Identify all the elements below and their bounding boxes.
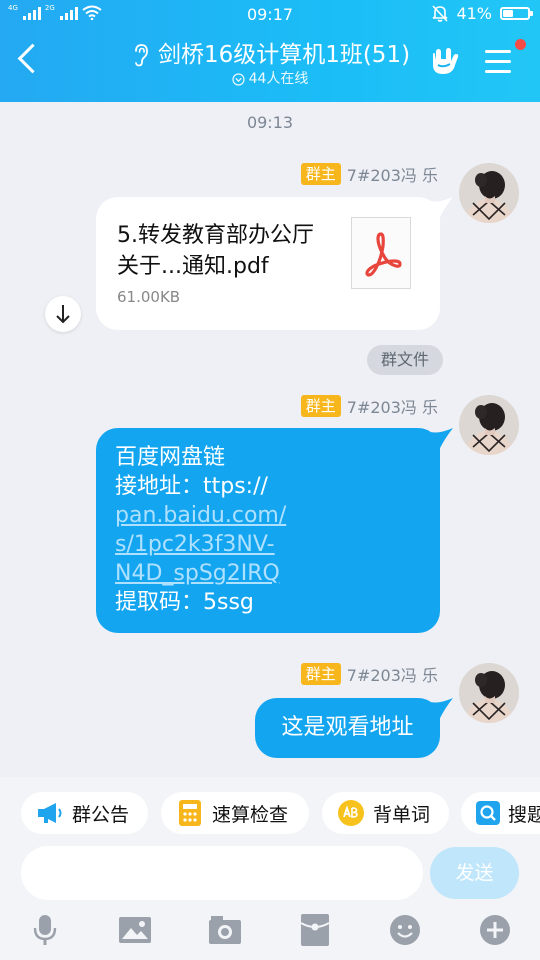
file-size: 61.00KB	[117, 288, 181, 306]
text-message[interactable]: 这是观看地址	[255, 698, 440, 758]
quick-action-search[interactable]: 搜题	[461, 792, 540, 834]
emoji-button[interactable]	[387, 912, 423, 948]
battery-percent: 41%	[456, 4, 492, 23]
image-icon	[119, 917, 151, 943]
owner-badge: 群主	[300, 663, 341, 685]
message-text: 这是观看地址	[281, 715, 414, 740]
download-button[interactable]	[45, 296, 81, 332]
file-name: 5.转发教育部办公厅关于...通知.pdf	[117, 223, 314, 279]
calculator-icon	[175, 798, 205, 828]
sender-name[interactable]: 7#203冯 乐	[347, 162, 438, 186]
group-file-tag[interactable]: 群文件	[367, 345, 443, 375]
status-bar: 4G 2G 09:17 41%	[0, 0, 540, 28]
quick-action-label: 速算检查	[212, 803, 289, 826]
sender-row: 群主 7#203冯 乐	[300, 662, 438, 686]
time-separator: 09:13	[246, 113, 294, 132]
owner-badge: 群主	[300, 395, 341, 417]
avatar[interactable]	[459, 395, 519, 455]
emoji-icon	[390, 915, 420, 945]
text-message[interactable]: 百度网盘链 接地址：ttps:// pan.baidu.com/ s/1pc2k…	[96, 428, 440, 633]
message-input[interactable]	[21, 846, 423, 900]
message-link[interactable]: N4D_spSg2IRQ	[115, 559, 286, 588]
sender-name[interactable]: 7#203冯 乐	[347, 394, 438, 418]
quick-action-announcement[interactable]: 群公告	[21, 792, 148, 834]
message-text: 接地址：ttps://	[115, 474, 268, 499]
title-bar: 4G 2G 09:17 41% 剑桥16级计算机1班(51) 44人在线	[0, 0, 540, 102]
more-button[interactable]	[477, 912, 513, 948]
abc-icon	[336, 798, 366, 828]
send-button[interactable]: 发送	[430, 847, 519, 899]
image-button[interactable]	[117, 912, 153, 948]
menu-button[interactable]	[485, 50, 511, 80]
search-icon	[475, 798, 501, 828]
owner-badge: 群主	[300, 163, 341, 185]
file-message[interactable]: 5.转发教育部办公厅关于...通知.pdf 61.00KB	[96, 197, 440, 330]
avatar[interactable]	[459, 663, 519, 723]
group-title: 剑桥16级计算机1班(51)	[157, 42, 411, 68]
ear-icon[interactable]	[130, 42, 150, 68]
red-packet-button[interactable]	[297, 912, 333, 948]
input-panel: 群公告 速算检查 背单词 搜题 发送	[0, 777, 540, 960]
back-button[interactable]	[17, 43, 48, 74]
sender-name[interactable]: 7#203冯 乐	[347, 662, 438, 686]
online-count: 44人在线	[248, 71, 309, 87]
arrow-down-icon	[56, 305, 70, 324]
avatar[interactable]	[459, 163, 519, 223]
red-packet-icon	[300, 914, 330, 946]
message-text: 百度网盘链	[115, 445, 226, 470]
pdf-icon	[351, 217, 411, 289]
quick-action-label: 背单词	[373, 803, 431, 826]
battery-icon	[500, 7, 533, 20]
megaphone-icon	[35, 798, 65, 828]
message-link[interactable]: pan.baidu.com/	[115, 501, 286, 530]
hand-gesture-icon[interactable]	[429, 46, 461, 78]
microphone-icon	[33, 915, 57, 945]
quick-action-calc[interactable]: 速算检查	[161, 792, 309, 834]
mute-bell-icon	[432, 5, 449, 22]
notification-dot	[515, 39, 526, 50]
quick-action-label: 搜题	[508, 803, 540, 826]
voice-button[interactable]	[27, 912, 63, 948]
chat-header: 剑桥16级计算机1班(51) 44人在线	[100, 40, 440, 88]
message-text: 提取码：5ssg	[115, 590, 254, 615]
quick-action-words[interactable]: 背单词	[322, 792, 449, 834]
message-link[interactable]: s/1pc2k3f3NV-	[115, 530, 286, 559]
sender-row: 群主 7#203冯 乐	[300, 394, 438, 418]
quick-action-label: 群公告	[72, 803, 130, 826]
camera-button[interactable]	[207, 912, 243, 948]
camera-icon	[209, 916, 241, 944]
online-check-icon	[231, 72, 245, 86]
plus-icon	[480, 915, 510, 945]
sender-row: 群主 7#203冯 乐	[300, 162, 438, 186]
